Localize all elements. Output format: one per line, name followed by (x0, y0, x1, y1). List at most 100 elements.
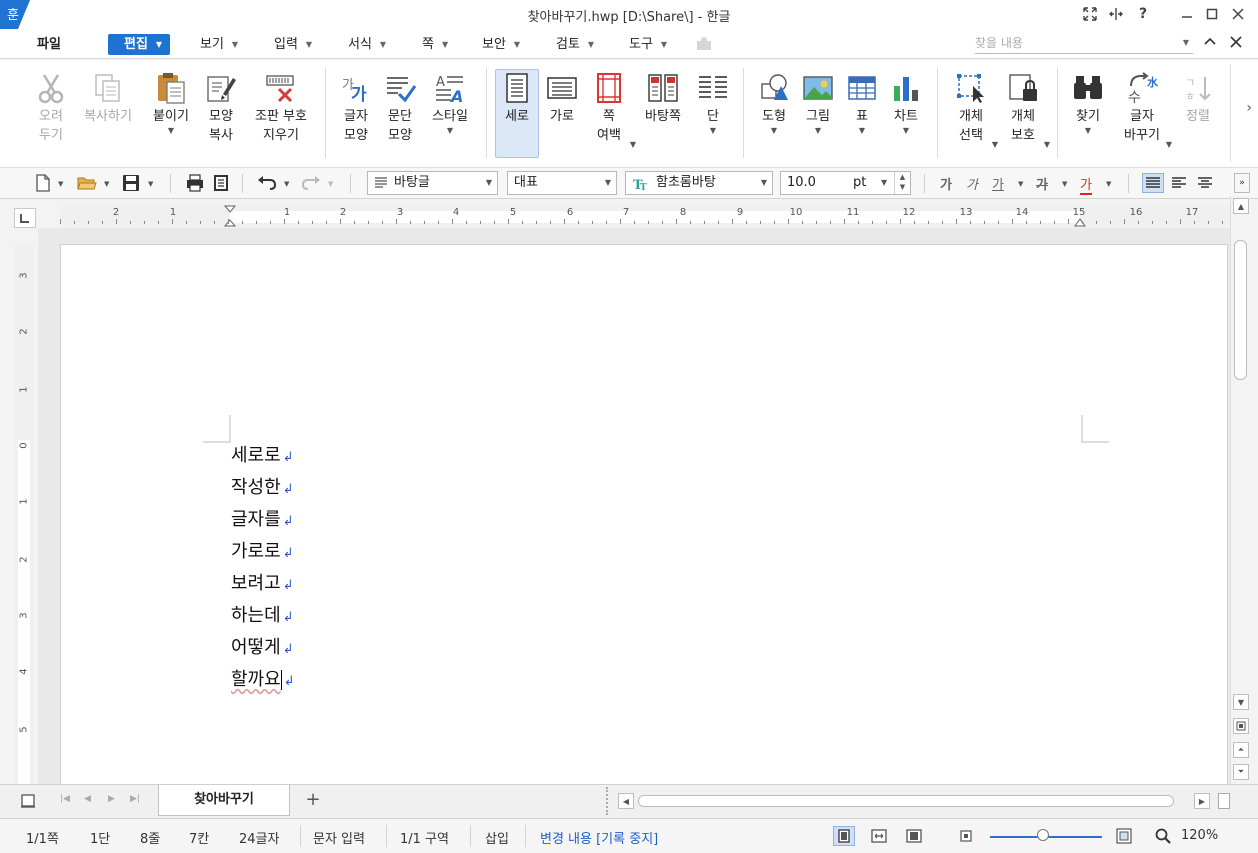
paste-button[interactable]: 붙이기 ▼ (146, 70, 196, 136)
document-line[interactable]: 하는데 ↲ (231, 603, 294, 629)
bold-button[interactable]: 가 (940, 174, 952, 193)
document-area[interactable]: 세로로 ↲ 작성한 ↲ 글자를 ↲ 가로로 ↲ 보려고 ↲ 하는데 ↲ 어떻게 ↲ 할까요 ↲ (38, 228, 1230, 784)
minimize-icon[interactable] (1174, 3, 1200, 25)
print-icon[interactable] (184, 173, 206, 193)
scroll-down-button[interactable]: ▼ (1233, 694, 1249, 710)
font-color-dropdown-icon[interactable]: ▼ (1106, 180, 1111, 188)
toolbar-expand-icon[interactable]: » (1234, 173, 1250, 193)
full-page-view-button[interactable] (903, 826, 925, 846)
sort-button[interactable]: ㄱㅎ 정렬 (1176, 70, 1220, 126)
page-view-icon[interactable] (1233, 718, 1249, 734)
status-section[interactable]: 1/1 구역 (400, 828, 449, 847)
status-page[interactable]: 1/1쪽 (26, 828, 59, 847)
puzzle-addon-icon[interactable] (694, 35, 714, 57)
status-chars[interactable]: 24글자 (239, 828, 279, 847)
portrait-button[interactable]: 세로 (495, 69, 539, 158)
menu-tools[interactable]: 도구 ▼ (629, 34, 667, 55)
menu-file[interactable]: 파일 (18, 34, 80, 55)
open-dropdown-icon[interactable]: ▼ (104, 180, 109, 188)
status-col[interactable]: 7칸 (189, 828, 209, 847)
next-tab-icon[interactable]: ▶ (108, 794, 115, 804)
language-select[interactable]: 대표 ▼ (507, 171, 617, 195)
horizontal-ruler[interactable]: 2 1 1 2 3 4 5 6 7 8 9 10 11 12 13 14 15 16 17 (60, 205, 1230, 227)
scroll-right-button[interactable]: ▶ (1194, 793, 1210, 809)
scroll-up-button[interactable]: ▲ (1233, 198, 1249, 214)
horizontal-scroll-thumb[interactable] (638, 795, 1174, 807)
cut-button[interactable]: 오려 두기 (30, 70, 72, 145)
ribbon-more-icon[interactable]: › (1246, 100, 1252, 116)
columns-button[interactable]: 단 ▼ (693, 70, 733, 136)
align-left-icon[interactable] (1168, 173, 1190, 193)
menu-format[interactable]: 서식 ▼ (348, 34, 386, 55)
chart-button[interactable]: 차트 ▼ (886, 70, 926, 136)
style-button[interactable]: AA 스타일 ▼ (426, 70, 474, 136)
replace-chars-button[interactable]: 水수 글자 바꾸기 ▼ (1116, 70, 1172, 149)
underline-dropdown-icon[interactable]: ▼ (1018, 180, 1023, 188)
menu-review[interactable]: 검토 ▼ (556, 34, 594, 55)
collapse-ribbon-icon[interactable] (1203, 35, 1217, 53)
document-line[interactable]: 글자를 ↲ (231, 507, 294, 533)
close-document-icon[interactable] (1229, 35, 1243, 53)
split-handle[interactable] (606, 787, 610, 815)
shape-button[interactable]: 도형 ▼ (754, 70, 794, 136)
prev-tab-icon[interactable]: ◀ (84, 794, 91, 804)
document-line[interactable]: 세로로 ↲ (231, 443, 294, 469)
document-page[interactable]: 세로로 ↲ 작성한 ↲ 글자를 ↲ 가로로 ↲ 보려고 ↲ 하는데 ↲ 어떻게 ↲ 할까요 ↲ (60, 244, 1228, 784)
add-tab-button[interactable]: + (294, 787, 332, 814)
vertical-ruler[interactable]: 3 2 1 0 1 2 3 4 5 (14, 244, 34, 784)
zoom-out-button[interactable] (955, 826, 977, 846)
hsplit-button[interactable] (1218, 793, 1230, 809)
page-view-button[interactable] (833, 826, 855, 846)
italic-button[interactable]: 가 (966, 174, 978, 193)
scroll-left-button[interactable]: ◀ (618, 793, 634, 809)
status-insert-mode[interactable]: 삽입 (485, 828, 509, 847)
new-dropdown-icon[interactable]: ▼ (58, 180, 63, 188)
horizontal-scrollbar[interactable]: ◀ ▶ (614, 791, 1214, 811)
style-select[interactable]: 바탕글 ▼ (367, 171, 498, 195)
status-input-mode[interactable]: 문자 입력 (313, 828, 365, 847)
format-painter-button[interactable]: 모양 복사 (200, 70, 242, 145)
strike-dropdown-icon[interactable]: ▼ (1062, 180, 1067, 188)
maximize-icon[interactable] (1199, 3, 1225, 25)
object-protect-button[interactable]: 개체 보호 ▼ (1002, 70, 1050, 149)
vertical-scrollbar[interactable]: ▲ ▼ ⏶ ⏷ (1230, 196, 1250, 784)
align-justify-icon[interactable] (1142, 173, 1164, 193)
remove-codes-button[interactable]: 조판 부호 지우기 (248, 70, 314, 145)
fullscreen-icon[interactable] (1077, 3, 1103, 25)
tab-list-icon[interactable] (20, 793, 36, 813)
master-page-button[interactable]: 바탕쪽 (639, 70, 687, 126)
menu-view[interactable]: 보기 ▼ (200, 34, 238, 55)
unit-dropdown-icon[interactable]: ▼ (881, 172, 887, 194)
font-size-input[interactable]: 10.0 pt ▼ ▲ ▼ (780, 171, 911, 195)
menu-page[interactable]: 쪽 ▼ (422, 34, 448, 55)
close-icon[interactable] (1225, 3, 1251, 25)
zoom-in-button[interactable] (1113, 826, 1135, 846)
page-margin-button[interactable]: 쪽 여백 ▼ (588, 70, 636, 149)
save-dropdown-icon[interactable]: ▼ (148, 180, 153, 188)
strikethrough-button[interactable]: 가 (1036, 174, 1048, 193)
zoom-slider-knob[interactable] (1036, 829, 1049, 841)
open-folder-icon[interactable] (76, 173, 98, 193)
zoom-level[interactable]: 120% (1181, 828, 1218, 843)
help-icon[interactable]: ? (1130, 3, 1156, 25)
split-view-icon[interactable] (1103, 3, 1129, 25)
para-shape-button[interactable]: 문단 모양 (380, 70, 420, 145)
landscape-button[interactable]: 가로 (542, 70, 582, 126)
document-line[interactable]: 할까요 ↲ (231, 667, 295, 693)
indent-marker-icon[interactable] (224, 205, 236, 227)
redo-dropdown-icon[interactable]: ▼ (328, 180, 333, 188)
find-input[interactable]: 찾을 내용 ▼ (975, 34, 1193, 54)
size-spinner[interactable]: ▲ ▼ (894, 172, 910, 194)
picture-button[interactable]: 그림 ▼ (800, 70, 836, 136)
copy-button[interactable]: 복사하기 (78, 70, 138, 126)
document-line[interactable]: 어떻게 ↲ (231, 635, 294, 661)
prev-page-button[interactable]: ⏶ (1233, 742, 1249, 758)
save-icon[interactable] (120, 173, 142, 193)
find-button[interactable]: 찾기 ▼ (1068, 70, 1108, 136)
new-document-icon[interactable] (32, 173, 54, 193)
print-preview-icon[interactable] (210, 173, 232, 193)
document-line[interactable]: 가로로 ↲ (231, 539, 294, 565)
status-track-changes[interactable]: 변경 내용 [기록 중지] (540, 828, 658, 847)
undo-dropdown-icon[interactable]: ▼ (284, 180, 289, 188)
font-select[interactable]: TT 함초롬바탕 ▼ (625, 171, 773, 195)
